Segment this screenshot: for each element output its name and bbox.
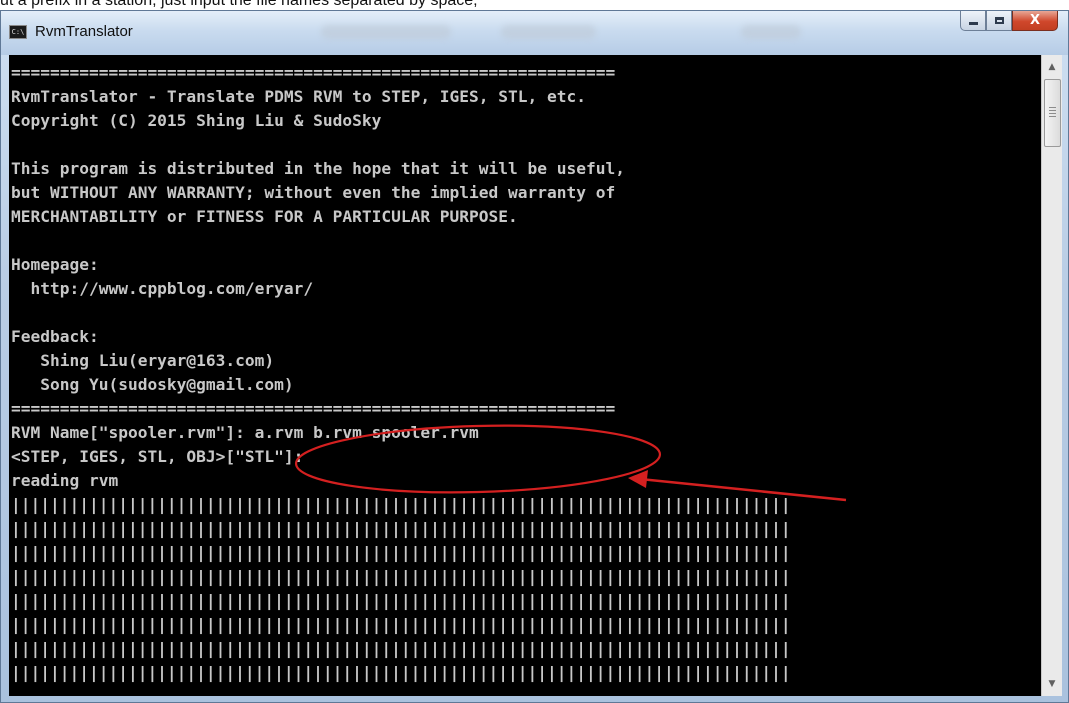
console-line: ||||||||||||||||||||||||||||||||||||||||… [11, 615, 791, 634]
console-line: RvmTranslator - Translate PDMS RVM to ST… [11, 87, 586, 106]
thumb-grip [1049, 116, 1056, 117]
close-icon: X [1029, 13, 1041, 28]
console-line: ||||||||||||||||||||||||||||||||||||||||… [11, 639, 791, 658]
console-line: ||||||||||||||||||||||||||||||||||||||||… [11, 567, 791, 586]
console-line: but WITHOUT ANY WARRANTY; without even t… [11, 183, 616, 202]
console-line: ||||||||||||||||||||||||||||||||||||||||… [11, 495, 791, 514]
console-line: Song Yu(sudosky@gmail.com) [11, 375, 294, 394]
close-button[interactable]: X [1012, 11, 1058, 31]
console-text: ========================================… [11, 61, 791, 685]
console-line: <STEP, IGES, STL, OBJ>["STL"]: [11, 447, 304, 466]
page-caption: ut a prefix in a station, just input the… [0, 0, 478, 9]
scroll-thumb[interactable] [1044, 79, 1061, 147]
blurred-taskbar-text [741, 25, 801, 39]
console-window: C:\ RvmTranslator X ====================… [0, 10, 1069, 703]
console-line: ||||||||||||||||||||||||||||||||||||||||… [11, 663, 791, 682]
console-line: http://www.cppblog.com/eryar/ [11, 279, 314, 298]
minimize-button[interactable] [960, 11, 986, 31]
console-line: ||||||||||||||||||||||||||||||||||||||||… [11, 591, 791, 610]
console-app-icon[interactable]: C:\ [9, 25, 27, 39]
minimize-icon [968, 22, 978, 25]
console-line: ||||||||||||||||||||||||||||||||||||||||… [11, 543, 791, 562]
console-line: ========================================… [11, 399, 616, 418]
console-line: ||||||||||||||||||||||||||||||||||||||||… [11, 519, 791, 538]
console-line: reading rvm [11, 471, 119, 490]
console-output[interactable]: ========================================… [9, 55, 1041, 696]
console-line: Copyright (C) 2015 Shing Liu & SudoSky [11, 111, 382, 130]
console-line: ========================================… [11, 63, 616, 82]
caption-buttons: X [960, 11, 1058, 35]
scroll-down-arrow-icon[interactable]: ▼ [1042, 674, 1062, 694]
thumb-grip [1049, 110, 1056, 111]
blurred-taskbar-text [501, 25, 596, 39]
maximize-button[interactable] [986, 11, 1012, 31]
console-line: Shing Liu(eryar@163.com) [11, 351, 275, 370]
console-line: RVM Name["spooler.rvm"]: a.rvm b.rvm spo… [11, 423, 479, 442]
maximize-icon [994, 17, 1004, 24]
title-bar[interactable]: C:\ RvmTranslator X [1, 11, 1068, 55]
console-line: Homepage: [11, 255, 99, 274]
blurred-taskbar-text [321, 25, 451, 39]
console-line: MERCHANTABILITY or FITNESS FOR A PARTICU… [11, 207, 518, 226]
thumb-grip [1049, 113, 1056, 114]
window-title: RvmTranslator [35, 23, 133, 40]
console-line: Feedback: [11, 327, 99, 346]
vertical-scrollbar[interactable]: ▲ ▼ [1041, 55, 1062, 696]
thumb-grip [1049, 107, 1056, 108]
console-line: This program is distributed in the hope … [11, 159, 625, 178]
scroll-up-arrow-icon[interactable]: ▲ [1042, 57, 1062, 77]
